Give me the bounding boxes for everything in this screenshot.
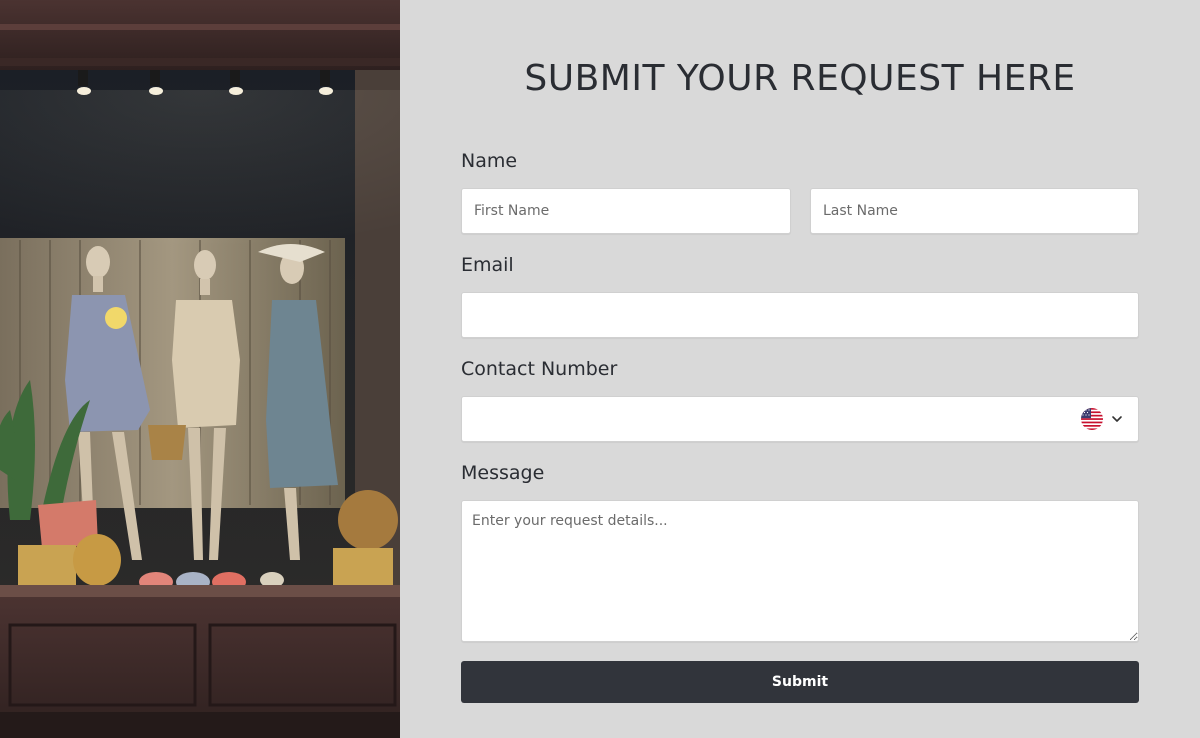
message-textarea[interactable] xyxy=(461,500,1139,642)
form-title: SUBMIT YOUR REQUEST HERE xyxy=(524,58,1076,99)
email-input[interactable] xyxy=(461,292,1139,338)
us-flag-icon xyxy=(1081,408,1103,430)
contact-number-input[interactable] xyxy=(461,396,1139,442)
country-code-selector[interactable] xyxy=(1081,407,1129,431)
name-label: Name xyxy=(461,150,518,172)
last-name-input[interactable] xyxy=(810,188,1139,234)
chevron-down-icon xyxy=(1112,416,1122,422)
message-label: Message xyxy=(461,462,545,484)
storefront-photo xyxy=(0,0,400,738)
request-form-panel: SUBMIT YOUR REQUEST HERE Name Email Cont… xyxy=(400,0,1200,738)
contact-number-wrapper xyxy=(461,396,1139,442)
email-label: Email xyxy=(461,254,514,276)
submit-button[interactable]: Submit xyxy=(461,661,1139,703)
contact-number-label: Contact Number xyxy=(461,358,618,380)
first-name-input[interactable] xyxy=(461,188,791,234)
